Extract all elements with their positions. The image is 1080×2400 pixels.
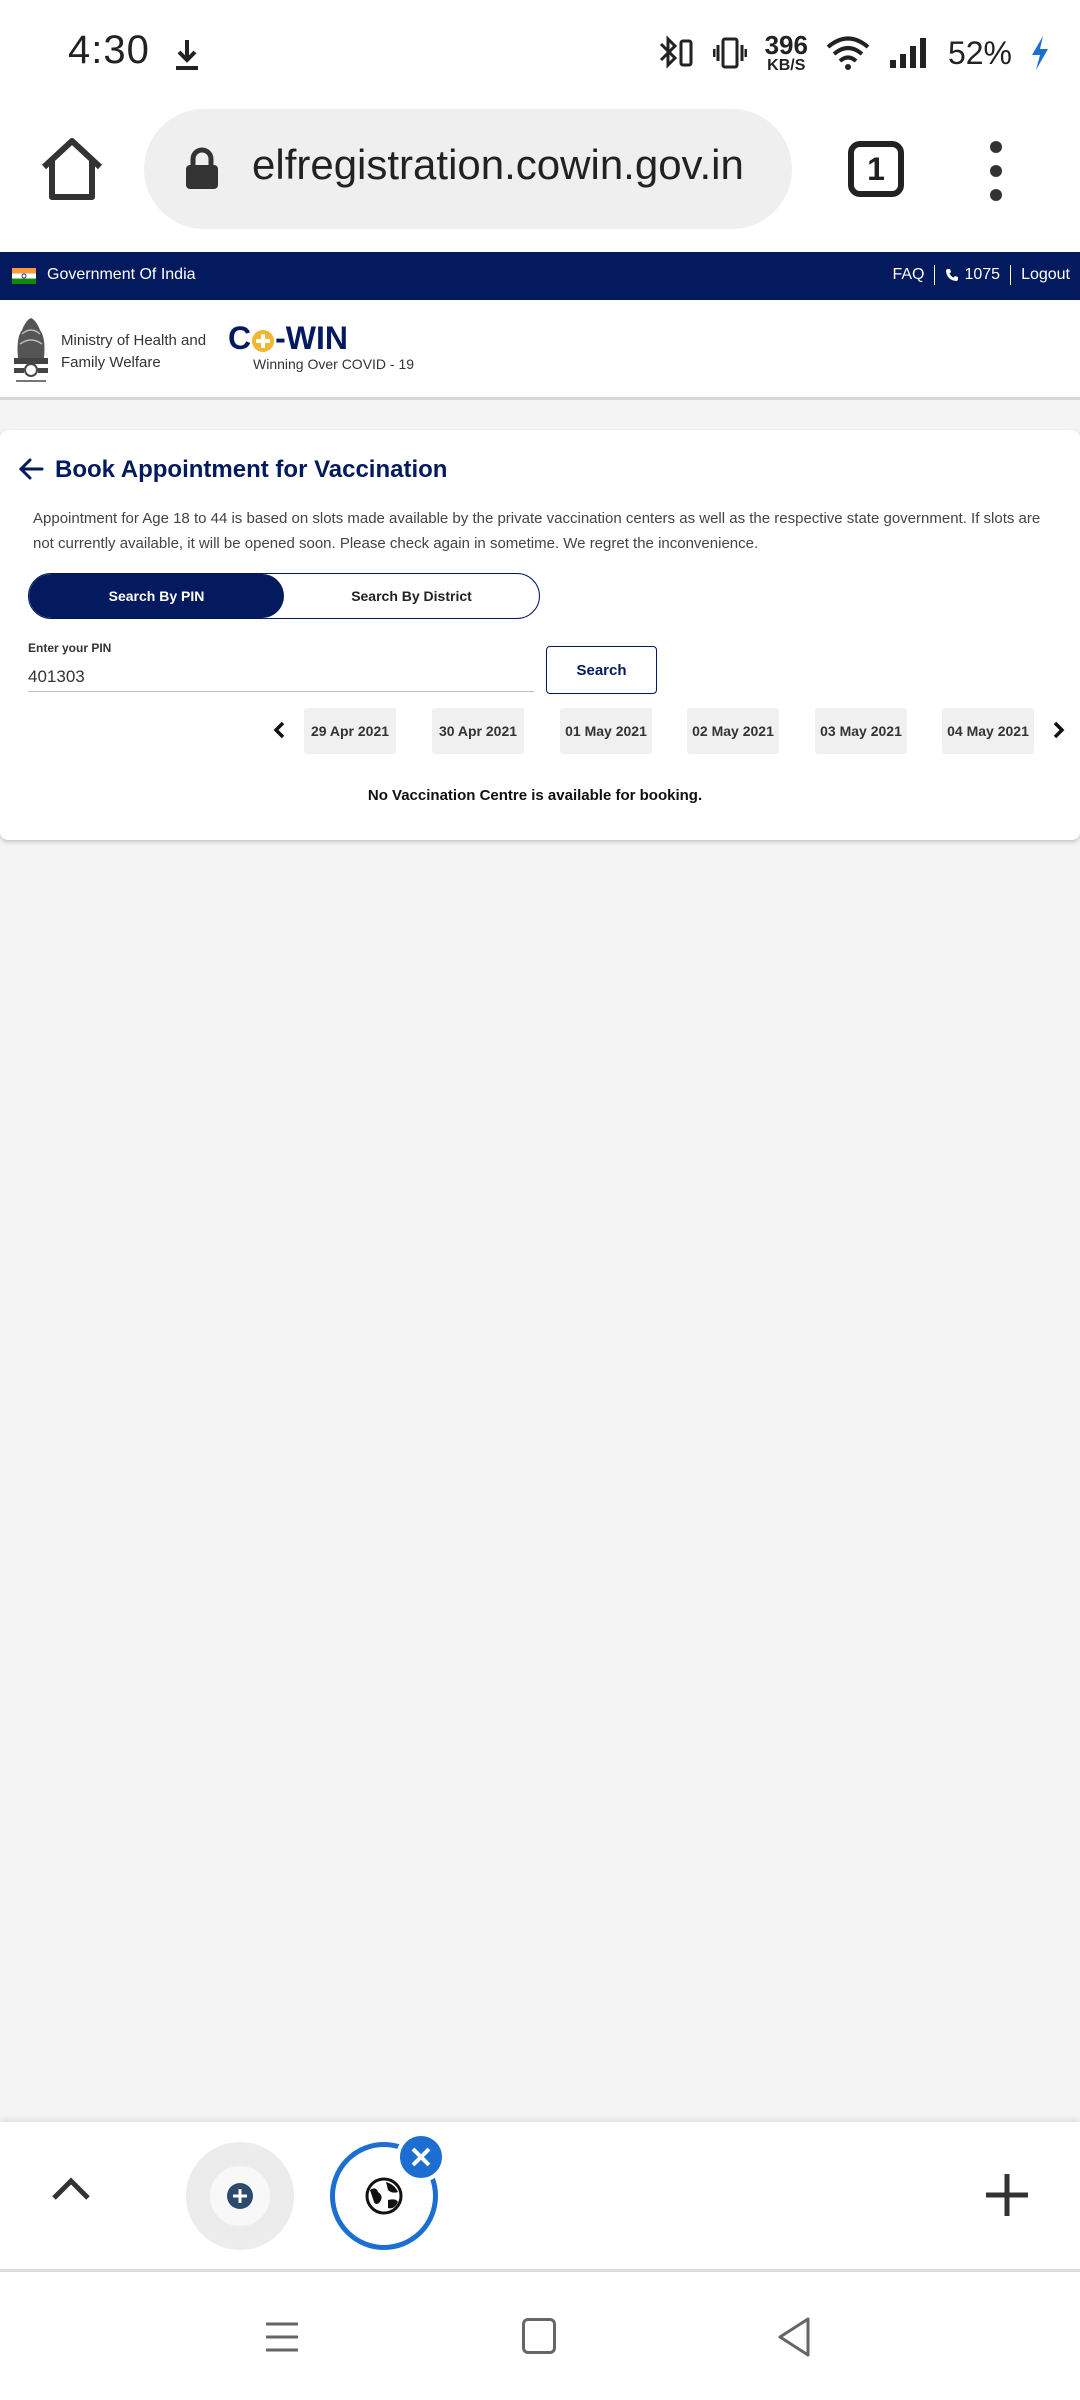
back-arrow-icon[interactable] — [18, 458, 44, 480]
plus-icon[interactable] — [984, 2172, 1030, 2218]
recent-apps-icon[interactable] — [264, 2320, 300, 2354]
date-chip[interactable]: 01 May 2021 — [560, 708, 652, 754]
ministry-header: Ministry of Health and Family Welfare C-… — [0, 300, 1080, 400]
phone-icon — [946, 269, 959, 281]
browser-toolbar: elfregistration.cowin.gov.in 1 — [0, 105, 1080, 252]
ministry-name: Ministry of Health and Family Welfare — [61, 332, 207, 371]
download-icon — [176, 40, 198, 70]
chevron-right-icon[interactable] — [1052, 720, 1066, 740]
close-tab-button[interactable] — [396, 2132, 446, 2182]
pin-label: Enter your PIN — [28, 641, 112, 655]
date-chip[interactable]: 02 May 2021 — [687, 708, 779, 754]
wifi-icon — [826, 36, 870, 70]
vibrate-icon — [712, 37, 747, 69]
national-emblem-icon — [14, 318, 48, 382]
more-options-icon[interactable] — [978, 141, 1014, 201]
add-circle-icon — [227, 2183, 253, 2209]
address-bar[interactable]: elfregistration.cowin.gov.in — [144, 109, 792, 229]
close-icon — [411, 2147, 431, 2167]
search-button[interactable]: Search — [546, 646, 657, 694]
lock-icon — [186, 147, 218, 189]
date-chip[interactable]: 30 Apr 2021 — [432, 708, 524, 754]
new-tab-bubble[interactable] — [186, 2142, 294, 2250]
gov-links: FAQ 1075 Logout — [892, 265, 1070, 285]
cowin-tagline: Winning Over COVID - 19 — [253, 356, 415, 372]
tab-search-by-district[interactable]: Search By District — [284, 574, 539, 618]
cowin-plus-icon — [252, 329, 275, 352]
government-title: Government Of India — [47, 266, 196, 283]
tab-search-by-pin[interactable]: Search By PIN — [29, 574, 284, 618]
chevron-left-icon[interactable] — [272, 720, 286, 740]
system-navigation-bar — [0, 2269, 1080, 2400]
date-chip[interactable]: 04 May 2021 — [942, 708, 1034, 754]
url-text: elfregistration.cowin.gov.in — [252, 141, 744, 188]
browser-bottom-toolbar — [0, 2122, 1080, 2269]
home-nav-icon[interactable] — [522, 2318, 556, 2354]
battery-percent: 52% — [947, 34, 1012, 71]
home-icon[interactable] — [38, 135, 106, 203]
booking-description: Appointment for Age 18 to 44 is based on… — [33, 510, 1041, 552]
search-mode-toggle: Search By PIN Search By District — [28, 573, 540, 619]
tab-switcher-button[interactable]: 1 — [848, 141, 904, 197]
status-bar: 4:30 396 KB/S 52% — [0, 0, 1080, 105]
no-centre-message: No Vaccination Centre is available for b… — [367, 787, 703, 804]
cowin-logo: C -WIN — [228, 320, 348, 356]
pin-input[interactable] — [28, 662, 534, 692]
date-chip[interactable]: 29 Apr 2021 — [304, 708, 396, 754]
back-nav-icon[interactable] — [776, 2316, 812, 2358]
date-selector: 29 Apr 2021 30 Apr 2021 01 May 2021 02 M… — [0, 708, 1080, 754]
helpline-number[interactable]: 1075 — [964, 266, 1000, 284]
booking-card: Book Appointment for Vaccination Appoint… — [0, 430, 1080, 840]
network-speed: 396 KB/S — [764, 30, 808, 74]
globe-icon — [365, 2177, 403, 2215]
bluetooth-battery-icon — [659, 35, 693, 69]
status-time: 4:30 — [68, 28, 150, 72]
status-icons: 396 KB/S 52% — [657, 28, 1050, 78]
page-title: Book Appointment for Vaccination — [55, 456, 448, 483]
signal-icon — [889, 38, 926, 68]
faq-link[interactable]: FAQ — [892, 266, 924, 284]
government-bar: Government Of India FAQ 1075 Logout — [0, 252, 1080, 300]
chevron-up-icon[interactable] — [50, 2174, 92, 2204]
india-flag-icon — [12, 268, 36, 284]
logout-link[interactable]: Logout — [1021, 266, 1070, 284]
charging-icon — [1032, 36, 1048, 70]
date-chip[interactable]: 03 May 2021 — [815, 708, 907, 754]
